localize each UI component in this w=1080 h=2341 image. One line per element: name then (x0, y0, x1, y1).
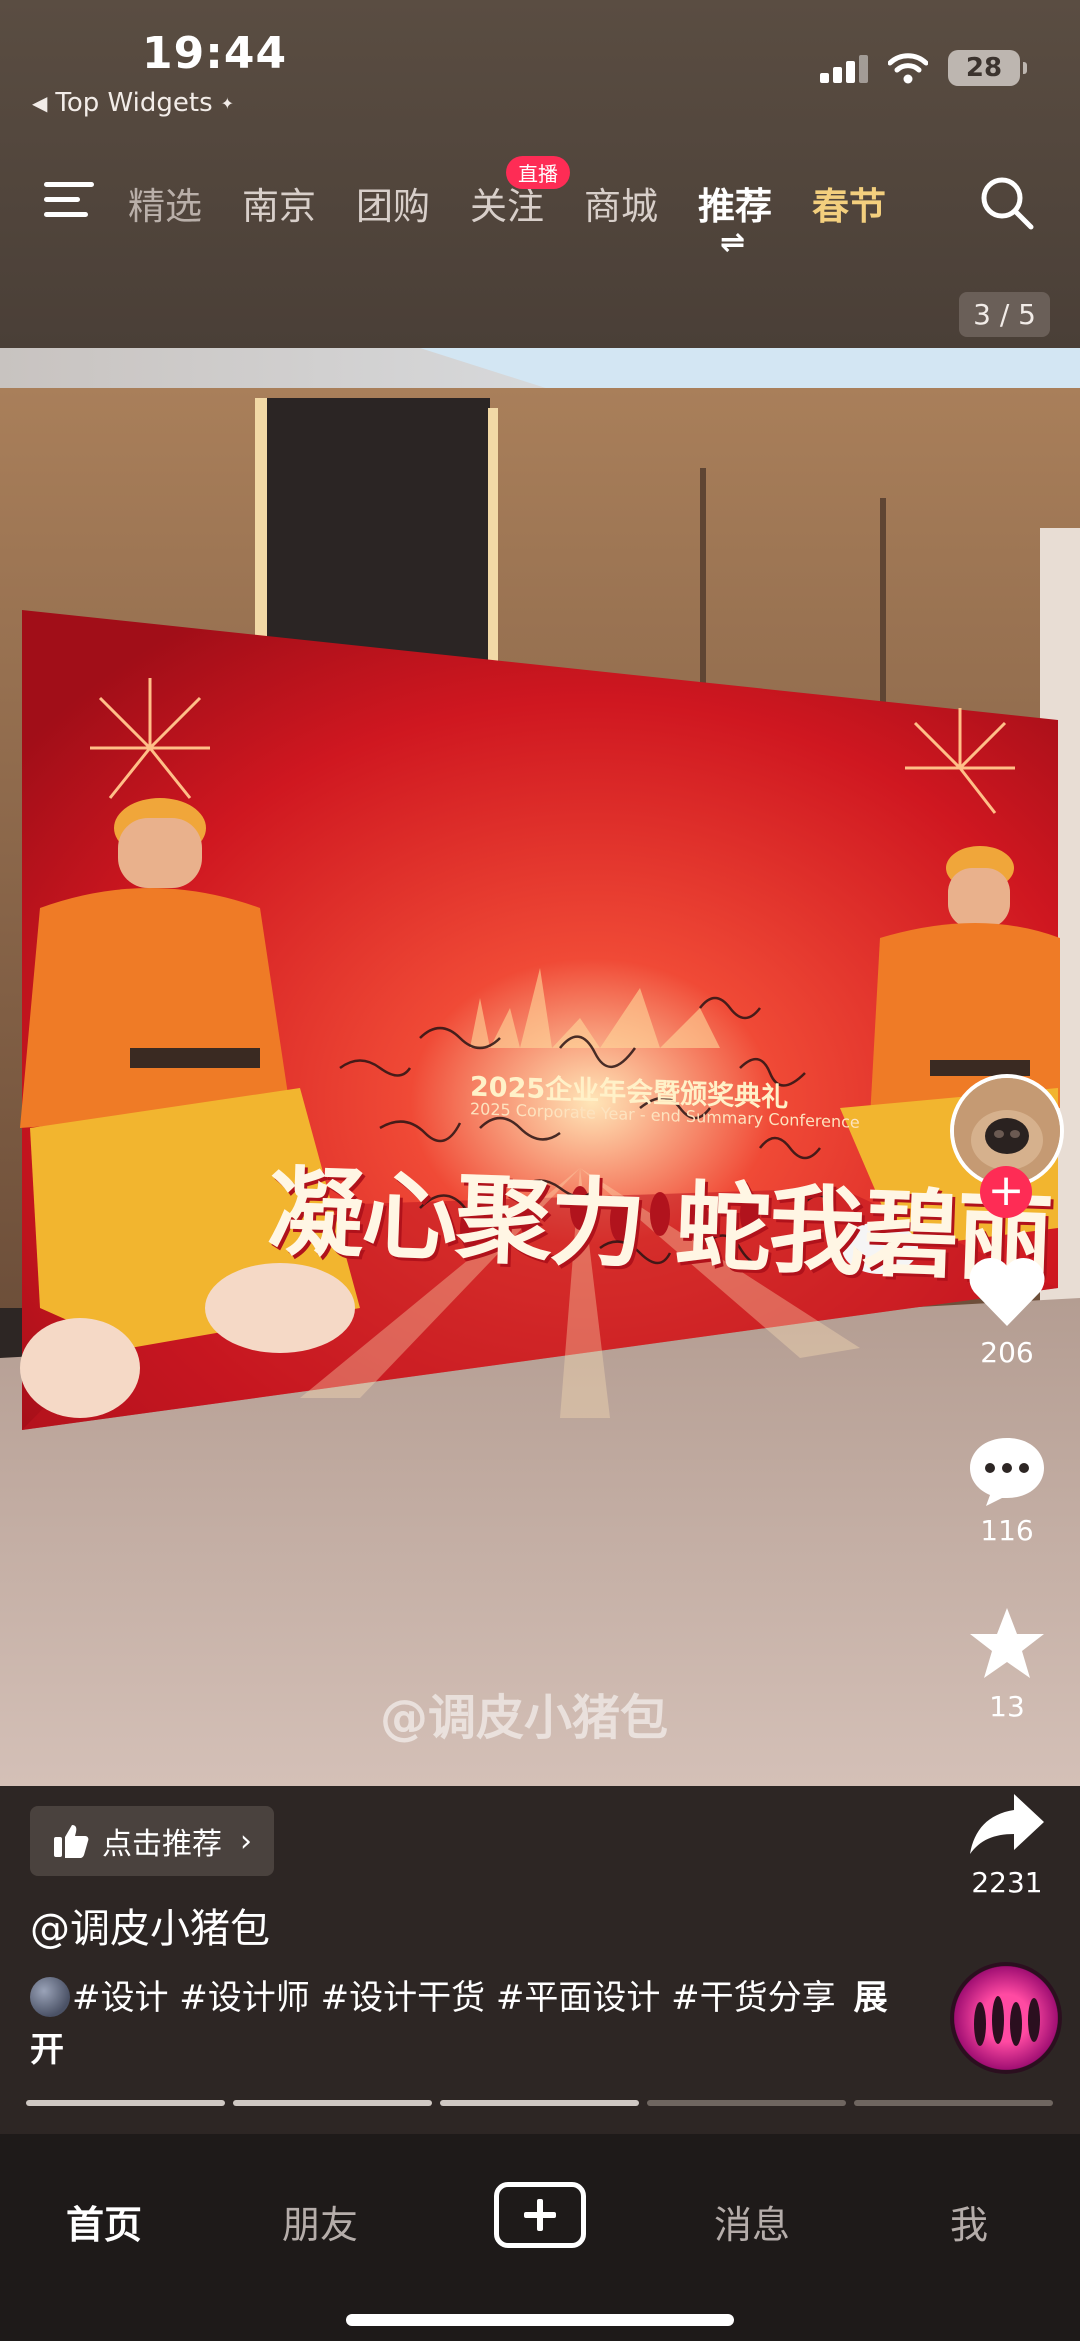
tab-group-buy[interactable]: 团购 (356, 176, 430, 230)
nav-home[interactable]: 首页 (66, 2194, 142, 2249)
chevron-right-icon: › (240, 1823, 252, 1859)
heart-icon (969, 1257, 1045, 1326)
comment-button[interactable]: 116 (950, 1432, 1064, 1547)
author-handle[interactable]: @调皮小猪包 (30, 1896, 270, 1954)
swap-icon: ⇌ (720, 225, 746, 260)
top-tabs: 精选 南京 团购 关注 直播 商城 推荐 ⇌ 春节 (128, 156, 926, 258)
image-page-counter: 3 / 5 (959, 292, 1050, 337)
plus-icon (524, 2199, 556, 2231)
image-watermark: @调皮小猪包 (380, 1690, 669, 1746)
share-count: 2231 (971, 1866, 1043, 1899)
tab-nanjing[interactable]: 南京 (242, 176, 316, 230)
follow-button[interactable]: + (980, 1166, 1032, 1218)
battery-indicator: 28 (948, 50, 1027, 86)
comment-icon (970, 1438, 1044, 1506)
progress-segment (233, 2100, 432, 2106)
thumbs-up-icon (54, 1825, 89, 1858)
share-arrow-icon (970, 1794, 1044, 1854)
status-indicators: 28 (820, 50, 1027, 86)
live-badge: 直播 (506, 156, 570, 189)
nav-friends[interactable]: 朋友 (282, 2194, 358, 2249)
menu-icon[interactable] (44, 182, 94, 227)
progress-segment (647, 2100, 846, 2106)
favorite-button[interactable]: 13 (950, 1604, 1064, 1723)
star-icon (970, 1608, 1044, 1678)
back-to-app-link[interactable]: ◀ Top Widgets ✦ (32, 88, 234, 118)
signal-icon (820, 53, 868, 83)
back-triangle-icon: ◀ (32, 91, 48, 115)
tab-mall[interactable]: 商城 (584, 176, 658, 230)
tab-recommend[interactable]: 推荐 ⇌ (698, 176, 772, 258)
create-button[interactable] (494, 2182, 586, 2248)
sparkle-icon: ✦ (220, 93, 235, 113)
top-bar: 19:44 ◀ Top Widgets ✦ 28 精选 南京 团购 关注 直播 … (0, 0, 1080, 348)
image-progress-bar (26, 2100, 1053, 2106)
tab-spring-festival[interactable]: 春节 (812, 176, 886, 230)
recommend-chip[interactable]: 点击推荐 › (30, 1806, 274, 1876)
like-count: 206 (980, 1336, 1034, 1369)
nav-messages[interactable]: 消息 (714, 2194, 790, 2249)
favorite-count: 13 (989, 1690, 1025, 1723)
banner-slogan: 凝心聚力 蛇我碧丽 (265, 1155, 1053, 1296)
music-disc-icon[interactable] (950, 1962, 1062, 2074)
post-hashtags[interactable]: #设计 #设计师 #设计干货 #平面设计 #干货分享 (72, 1978, 836, 2018)
tab-following-label: 关注 (470, 185, 544, 228)
music-cover-image (974, 1996, 1040, 2046)
wifi-icon (888, 53, 928, 84)
back-app-label: Top Widgets (55, 88, 213, 118)
progress-segment (440, 2100, 639, 2106)
tab-recommend-label: 推荐 (698, 185, 772, 228)
progress-segment (26, 2100, 225, 2106)
post-image[interactable]: 2025企业年会暨颁奖典礼 2025 Corporate Year - end … (0, 348, 1080, 1786)
recommend-label: 点击推荐 (102, 1827, 222, 1862)
moon-emoji-icon (30, 1977, 70, 2017)
search-icon[interactable] (978, 174, 1036, 232)
status-time: 19:44 (142, 28, 288, 79)
like-button[interactable]: 206 (950, 1254, 1064, 1369)
home-indicator (346, 2314, 734, 2326)
tab-following[interactable]: 关注 直播 (470, 156, 570, 230)
nav-me[interactable]: 我 (950, 2194, 988, 2249)
bottom-nav: 首页 朋友 消息 我 (0, 2134, 1080, 2341)
comment-count: 116 (980, 1514, 1034, 1547)
share-button[interactable]: 2231 (950, 1790, 1064, 1899)
tab-featured[interactable]: 精选 (128, 176, 202, 230)
post-description: #设计 #设计师 #设计干货 #平面设计 #干货分享 展开 (30, 1972, 910, 2076)
progress-segment (854, 2100, 1053, 2106)
